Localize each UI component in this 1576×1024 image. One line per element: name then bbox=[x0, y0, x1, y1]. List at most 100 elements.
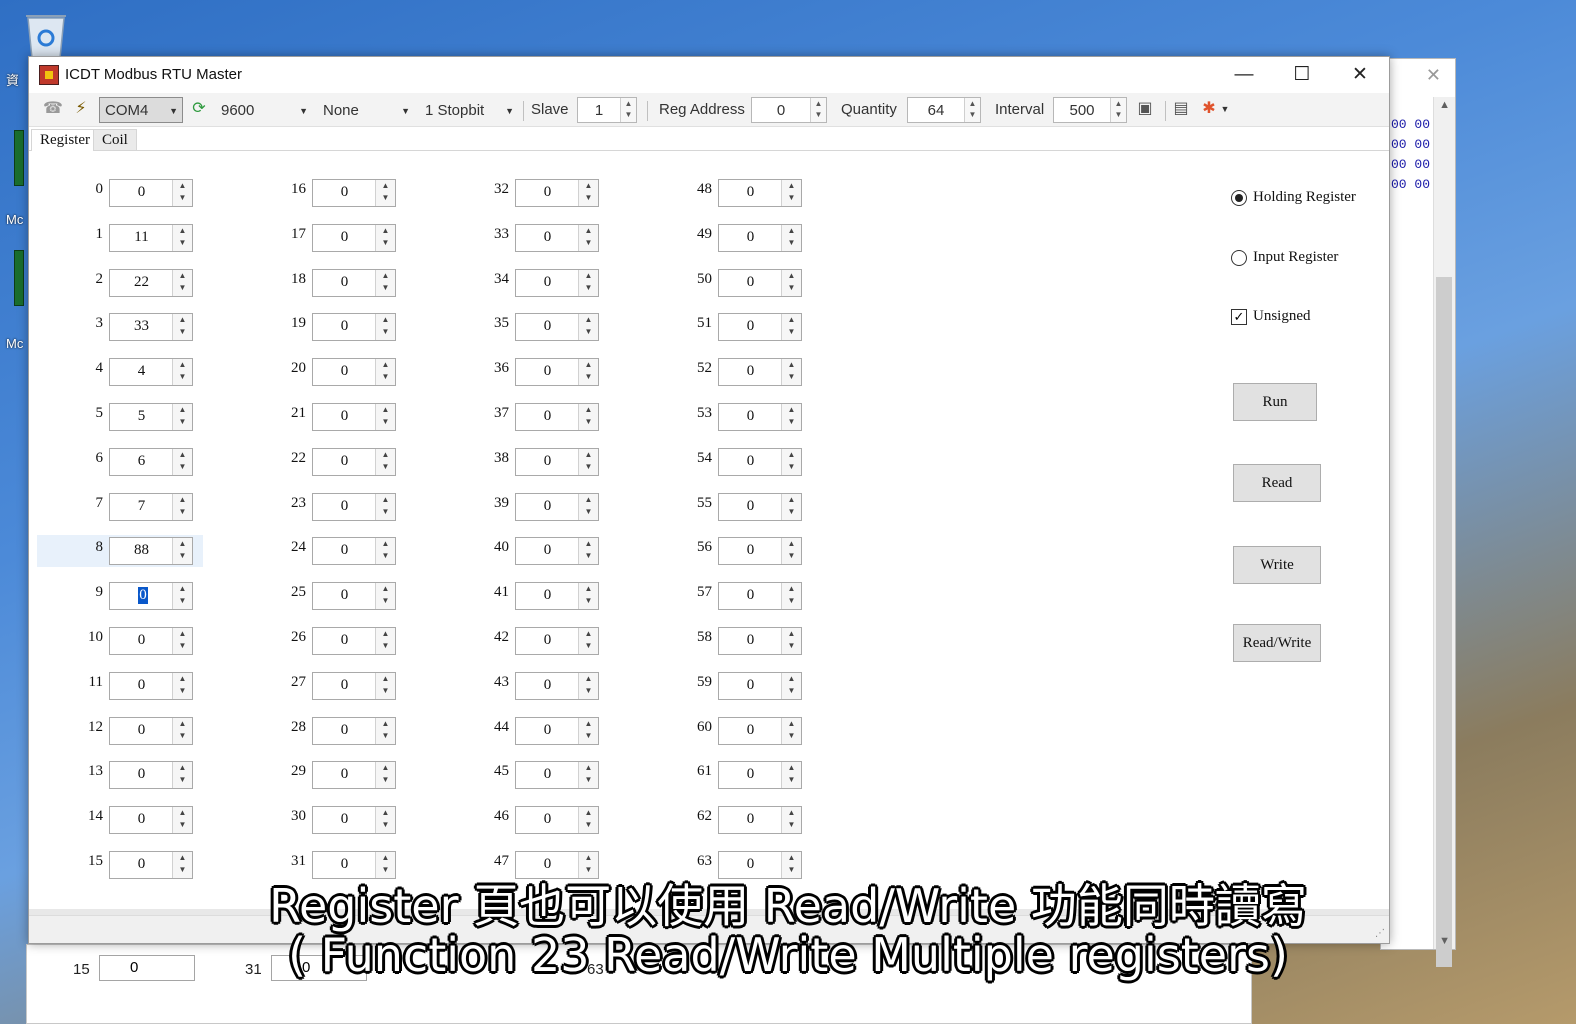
register-value[interactable]: 0 bbox=[313, 408, 376, 425]
stepper-arrows-icon[interactable]: ▲ ▼ bbox=[578, 807, 598, 833]
register-value-stepper[interactable]: 0 ▲ ▼ bbox=[515, 493, 599, 521]
stepper-arrows-icon[interactable]: ▲ ▼ bbox=[172, 404, 192, 430]
stepper-arrows-icon[interactable]: ▲ ▼ bbox=[172, 225, 192, 251]
register-value-stepper[interactable]: 0 ▲ ▼ bbox=[718, 717, 802, 745]
register-value-stepper[interactable]: 0 ▲ ▼ bbox=[718, 761, 802, 789]
stepper-arrows-icon[interactable]: ▲ ▼ bbox=[781, 628, 801, 654]
stepper-arrows-icon[interactable]: ▲ ▼ bbox=[375, 359, 395, 385]
register-value-stepper[interactable]: 0 ▲ ▼ bbox=[515, 672, 599, 700]
title-bar[interactable]: ICDT Modbus RTU Master — ☐ ✕ bbox=[29, 57, 1389, 93]
stepper-arrows-icon[interactable]: ▲ ▼ bbox=[578, 762, 598, 788]
stepper-arrows-icon[interactable]: ▲ ▼ bbox=[781, 762, 801, 788]
stepper-arrows-icon[interactable]: ▲ ▼ bbox=[172, 270, 192, 296]
register-value-stepper[interactable]: 0 ▲ ▼ bbox=[718, 224, 802, 252]
register-value[interactable]: 0 bbox=[516, 498, 579, 515]
register-value[interactable]: 0 bbox=[313, 587, 376, 604]
stepper-arrows-icon[interactable]: ▲ ▼ bbox=[172, 494, 192, 520]
register-value[interactable]: 0 bbox=[719, 274, 782, 291]
register-value[interactable]: 0 bbox=[516, 363, 579, 380]
parity-select[interactable]: None ▼ bbox=[317, 97, 415, 123]
stepper-arrows-icon[interactable]: ▲ ▼ bbox=[375, 404, 395, 430]
stepper-arrows-icon[interactable]: ▲ ▼ bbox=[172, 628, 192, 654]
stepper-arrows-icon[interactable]: ▲ ▼ bbox=[578, 583, 598, 609]
register-value-stepper[interactable]: 0 ▲ ▼ bbox=[109, 627, 193, 655]
register-value-stepper[interactable]: 0 ▲ ▼ bbox=[312, 313, 396, 341]
register-value[interactable]: 0 bbox=[110, 766, 173, 783]
register-value[interactable]: 0 bbox=[719, 498, 782, 515]
desktop-shortcut-icon[interactable] bbox=[14, 130, 24, 186]
register-value-stepper[interactable]: 6 ▲ ▼ bbox=[109, 448, 193, 476]
stepper-arrows-icon[interactable]: ▲ ▼ bbox=[781, 449, 801, 475]
register-value[interactable]: 0 bbox=[719, 766, 782, 783]
interval-stepper[interactable]: 500 ▲ ▼ bbox=[1053, 97, 1127, 123]
register-value[interactable]: 0 bbox=[719, 363, 782, 380]
chevron-down-icon[interactable]: ▼ bbox=[1215, 99, 1235, 119]
register-value[interactable]: 0 bbox=[516, 408, 579, 425]
register-value[interactable]: 6 bbox=[110, 453, 173, 470]
register-value[interactable]: 0 bbox=[516, 677, 579, 694]
register-value-stepper[interactable]: 22 ▲ ▼ bbox=[109, 269, 193, 297]
stepper-arrows-icon[interactable]: ▲ ▼ bbox=[172, 449, 192, 475]
stepper-arrows-icon[interactable]: ▲ ▼ bbox=[172, 807, 192, 833]
register-value-stepper[interactable]: 7 ▲ ▼ bbox=[109, 493, 193, 521]
stepper-arrows-icon[interactable]: ▲ ▼ bbox=[375, 718, 395, 744]
register-value[interactable]: 33 bbox=[110, 318, 173, 335]
register-value[interactable]: 0 bbox=[313, 453, 376, 470]
stepper-arrows-icon[interactable]: ▲ ▼ bbox=[172, 762, 192, 788]
register-value[interactable]: 0 bbox=[313, 766, 376, 783]
register-value-stepper[interactable]: 4 ▲ ▼ bbox=[109, 358, 193, 386]
register-value[interactable]: 0 bbox=[719, 453, 782, 470]
register-value-stepper[interactable]: 0 ▲ ▼ bbox=[312, 224, 396, 252]
stepper-arrows-icon[interactable]: ▲ ▼ bbox=[781, 673, 801, 699]
stepper-arrows-icon[interactable]: ▲ ▼ bbox=[578, 225, 598, 251]
register-value[interactable]: 0 bbox=[719, 632, 782, 649]
register-value-stepper[interactable]: 11 ▲ ▼ bbox=[109, 224, 193, 252]
stepper-arrows-icon[interactable]: ▲ ▼ bbox=[578, 628, 598, 654]
register-value[interactable]: 0 bbox=[313, 184, 376, 201]
recycle-bin-icon[interactable] bbox=[22, 10, 70, 60]
stepper-arrows-icon[interactable]: ▲ ▼ bbox=[578, 270, 598, 296]
register-value-stepper[interactable]: 88 ▲ ▼ bbox=[109, 537, 193, 565]
register-value-stepper[interactable]: 0 ▲ ▼ bbox=[718, 806, 802, 834]
register-value[interactable]: 0 bbox=[110, 632, 173, 649]
write-button[interactable]: Write bbox=[1233, 546, 1321, 584]
register-value-stepper[interactable]: 0 ▲ ▼ bbox=[718, 582, 802, 610]
register-value[interactable]: 0 bbox=[719, 184, 782, 201]
register-value-stepper[interactable]: 0 ▲ ▼ bbox=[109, 672, 193, 700]
stepper-arrows-icon[interactable]: ▲ ▼ bbox=[781, 404, 801, 430]
stepper-arrows-icon[interactable]: ▲ ▼ bbox=[578, 449, 598, 475]
register-value-stepper[interactable]: 0 ▲ ▼ bbox=[515, 224, 599, 252]
calculator-icon[interactable]: ▤ bbox=[1171, 99, 1191, 119]
register-value-stepper[interactable]: 0 ▲ ▼ bbox=[312, 269, 396, 297]
stepper-arrows-icon[interactable]: ▲ ▼ bbox=[578, 404, 598, 430]
stepper-arrows-icon[interactable]: ▲ ▼ bbox=[810, 98, 826, 122]
register-value[interactable]: 0 bbox=[719, 318, 782, 335]
stepper-arrows-icon[interactable]: ▲ ▼ bbox=[375, 449, 395, 475]
register-value[interactable]: 0 bbox=[516, 318, 579, 335]
holding-register-radio[interactable] bbox=[1231, 190, 1247, 206]
stopbit-select[interactable]: 1 Stopbit ▼ bbox=[419, 97, 519, 123]
register-value-stepper[interactable]: 0 ▲ ▼ bbox=[515, 179, 599, 207]
stepper-arrows-icon[interactable]: ▲ ▼ bbox=[620, 98, 636, 122]
stepper-arrows-icon[interactable]: ▲ ▼ bbox=[172, 718, 192, 744]
background-window[interactable]: ✕ 00 00 00 00 00 00 00 00 ▲ ▼ bbox=[1380, 58, 1456, 967]
read-button[interactable]: Read bbox=[1233, 464, 1321, 502]
stepper-arrows-icon[interactable]: ▲ ▼ bbox=[375, 494, 395, 520]
register-value-stepper[interactable]: 0 ▲ ▼ bbox=[312, 806, 396, 834]
stepper-arrows-icon[interactable]: ▲ ▼ bbox=[578, 494, 598, 520]
register-value-stepper[interactable]: 0 ▲ ▼ bbox=[515, 627, 599, 655]
disconnect-icon[interactable]: ☎ bbox=[43, 99, 63, 119]
connect-icon[interactable]: ⚡ bbox=[71, 99, 91, 119]
maximize-button[interactable]: ☐ bbox=[1273, 57, 1331, 93]
register-value[interactable]: 0 bbox=[516, 722, 579, 739]
stepper-arrows-icon[interactable]: ▲ ▼ bbox=[375, 314, 395, 340]
register-value[interactable]: 0 bbox=[516, 766, 579, 783]
stepper-arrows-icon[interactable]: ▲ ▼ bbox=[172, 673, 192, 699]
register-value[interactable]: 0 bbox=[719, 677, 782, 694]
stepper-arrows-icon[interactable]: ▲ ▼ bbox=[172, 314, 192, 340]
register-value[interactable]: 0 bbox=[516, 632, 579, 649]
register-value-stepper[interactable]: 0 ▲ ▼ bbox=[312, 358, 396, 386]
stepper-arrows-icon[interactable]: ▲ ▼ bbox=[781, 359, 801, 385]
chart-icon[interactable]: ▣ bbox=[1135, 99, 1155, 119]
register-value[interactable]: 0 bbox=[719, 408, 782, 425]
